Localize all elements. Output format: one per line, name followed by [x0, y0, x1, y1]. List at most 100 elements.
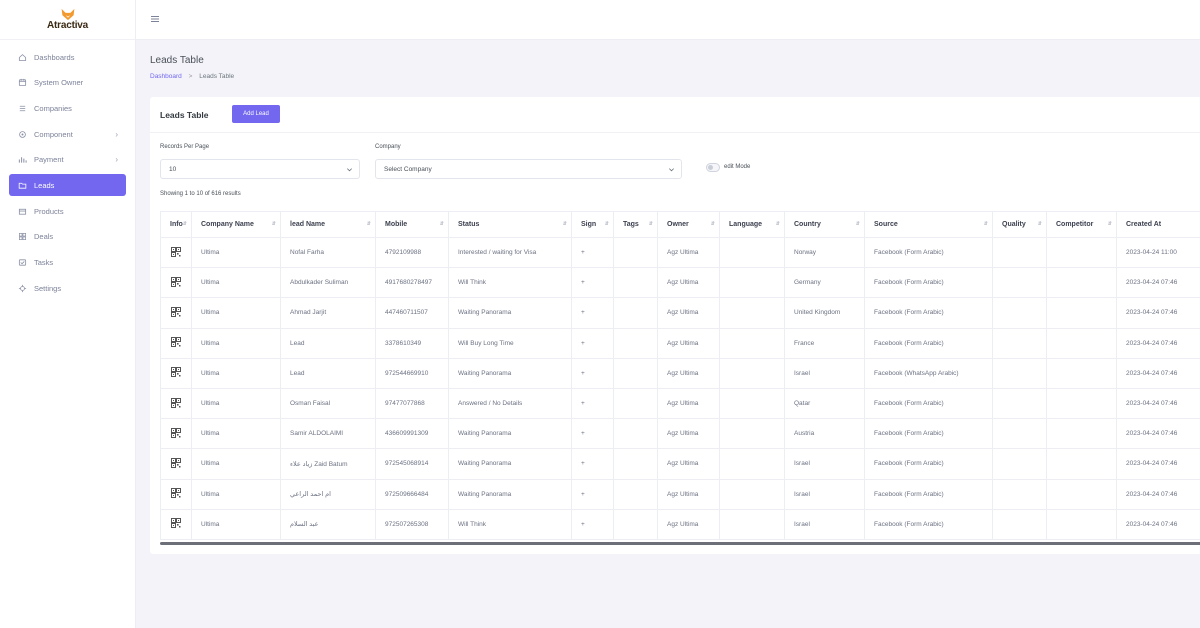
column-header-label: Source [874, 221, 898, 228]
table-cell [1046, 297, 1117, 329]
table-row[interactable]: Ultima Ahmad Jarjit 447460711507 Waiting Pa… [160, 297, 1200, 329]
qr-code-icon[interactable] [171, 337, 181, 349]
table-cell: 4917680278497 [375, 267, 449, 299]
column-header-label: Mobile [385, 221, 408, 228]
table-row[interactable]: Ultima عبد السلام 972507265308 Will Think + A… [160, 508, 1200, 540]
qr-code-icon[interactable] [171, 367, 181, 379]
sidebar-item-system-owner[interactable]: System Owner [9, 72, 126, 94]
column-header-lead-name[interactable]: lead Name ⇵ [280, 211, 376, 238]
column-header-source[interactable]: Source ⇵ [864, 211, 993, 238]
table-row[interactable]: Ultima زياد علاء Zaid Batum 972545068914 Wa… [160, 448, 1200, 480]
horizontal-scrollbar[interactable] [160, 542, 1200, 545]
table-row[interactable]: Ultima Samir ALDOLAIMI 436609991309 Waiting… [160, 418, 1200, 450]
table-cell: + [571, 267, 614, 299]
breadcrumb-dashboard-link[interactable]: Dashboard [150, 73, 182, 80]
sidebar-item-leads[interactable]: Leads [9, 174, 126, 197]
table-cell: Ultima [191, 327, 281, 359]
qr-code-icon[interactable] [171, 518, 181, 530]
qr-code-icon[interactable] [171, 397, 181, 410]
sidebar: Atractiva Dashboards System Owner Companie… [0, 0, 136, 628]
info-cell[interactable] [160, 448, 192, 480]
table-cell: + [571, 478, 614, 510]
info-cell[interactable] [160, 267, 192, 299]
column-header-mobile[interactable]: Mobile ⇵ [375, 211, 449, 238]
info-cell[interactable] [160, 387, 192, 420]
sidebar-item-label: Component [34, 129, 73, 139]
add-lead-button[interactable]: Add Lead [232, 105, 280, 123]
table-cell: Agz Ultima [657, 267, 720, 299]
sidebar-item-tasks[interactable]: Tasks [9, 252, 126, 274]
column-header-owner[interactable]: Owner ⇵ [657, 211, 720, 238]
table-cell: Ultima [191, 357, 281, 389]
sidebar-item-label: Deals [34, 232, 54, 242]
column-header-tags[interactable]: Tags ⇵ [613, 211, 658, 238]
table-row[interactable]: Ultima ام احمد الراعي 972509666484 Waiting … [160, 478, 1200, 510]
table-cell: Agz Ultima [657, 508, 720, 540]
sidebar-item-dashboards[interactable]: Dashboards [9, 46, 126, 68]
info-cell[interactable] [160, 508, 192, 540]
info-cell[interactable] [160, 236, 192, 269]
sort-icon: ⇵ [775, 221, 780, 227]
qr-code-icon[interactable] [171, 246, 181, 259]
column-header-label: Competitor [1056, 221, 1094, 228]
qr-code-icon[interactable] [171, 427, 181, 440]
column-header-language[interactable]: Language ⇵ [719, 211, 785, 238]
table-cell [1046, 387, 1117, 420]
sidebar-item-deals[interactable]: Deals [9, 226, 126, 248]
info-cell[interactable] [160, 478, 192, 510]
breadcrumb-separator: > [188, 73, 193, 80]
info-cell[interactable] [160, 357, 192, 389]
records-per-page-value: 10 [169, 165, 177, 173]
table-cell: 972544669910 [375, 357, 449, 389]
column-header-quality[interactable]: Quality ⇵ [992, 211, 1047, 238]
column-header-company-name[interactable]: Company Name ⇵ [191, 211, 281, 238]
column-header-status[interactable]: Status ⇵ [448, 211, 572, 238]
column-header-created-at[interactable]: Created At⇵ [1116, 211, 1200, 238]
info-cell[interactable] [160, 297, 192, 329]
table-cell [613, 478, 658, 510]
edit-mode-toggle[interactable] [706, 163, 720, 172]
table-cell: Agz Ultima [657, 357, 720, 389]
table-row[interactable]: Ultima Osman Faisal 97477077868 Answered / … [160, 387, 1200, 420]
table-cell: Qatar [784, 387, 865, 420]
calendar-icon [17, 78, 27, 88]
column-header-competitor[interactable]: Competitor ⇵ [1046, 211, 1117, 238]
table-cell: Lead [280, 357, 376, 389]
table-row[interactable]: Ultima Abdulkader Suliman 4917680278497 Wil… [160, 267, 1200, 299]
table-cell: Israel [784, 508, 865, 540]
leads-table-container[interactable]: Info ⇵ Company Name ⇵ lead Name ⇵ Mobile ⇵ Statu… [160, 211, 1200, 547]
table-cell: 972509666484 [375, 478, 449, 510]
table-row[interactable]: Ultima Lead 972544669910 Waiting Panorama + A… [160, 357, 1200, 389]
sidebar-item-companies[interactable]: Companies [9, 97, 126, 119]
info-cell[interactable] [160, 327, 192, 359]
qr-code-icon[interactable] [171, 276, 181, 289]
column-header-info[interactable]: Info ⇵ [160, 211, 192, 238]
table-row[interactable]: Ultima Lead 3378610349 Will Buy Long Time + A… [160, 327, 1200, 359]
table-cell [719, 236, 785, 269]
qr-code-icon[interactable] [171, 488, 181, 500]
table-cell: Ultima [191, 478, 281, 510]
qr-code-icon[interactable] [171, 306, 181, 319]
info-cell[interactable] [160, 418, 192, 450]
column-header-sign[interactable]: Sign ⇵ [571, 211, 614, 238]
table-cell: Will Think [448, 267, 572, 299]
qr-code-icon[interactable] [171, 457, 181, 470]
sidebar-item-payment[interactable]: Payment › [9, 149, 126, 171]
sidebar-item-products[interactable]: Products [9, 200, 126, 222]
menu-toggle-icon[interactable] [150, 14, 160, 24]
brand-logo[interactable]: Atractiva [0, 0, 135, 40]
sidebar-item-settings[interactable]: Settings [9, 277, 126, 299]
table-cell [613, 267, 658, 299]
sidebar-item-component[interactable]: Component › [9, 123, 126, 145]
table-cell: Agz Ultima [657, 448, 720, 480]
list-icon [17, 103, 27, 113]
records-per-page-select[interactable]: 10 [160, 159, 360, 179]
table-cell: Agz Ultima [657, 297, 720, 329]
table-cell: Norway [784, 236, 865, 269]
table-cell [1046, 327, 1117, 359]
table-row[interactable]: Ultima Nofal Farha 4792109988 Interested / … [160, 236, 1200, 269]
company-select[interactable]: Select Company [375, 159, 682, 179]
column-header-country[interactable]: Country ⇵ [784, 211, 865, 238]
table-cell [992, 297, 1047, 329]
table-cell: Ultima [191, 297, 281, 329]
